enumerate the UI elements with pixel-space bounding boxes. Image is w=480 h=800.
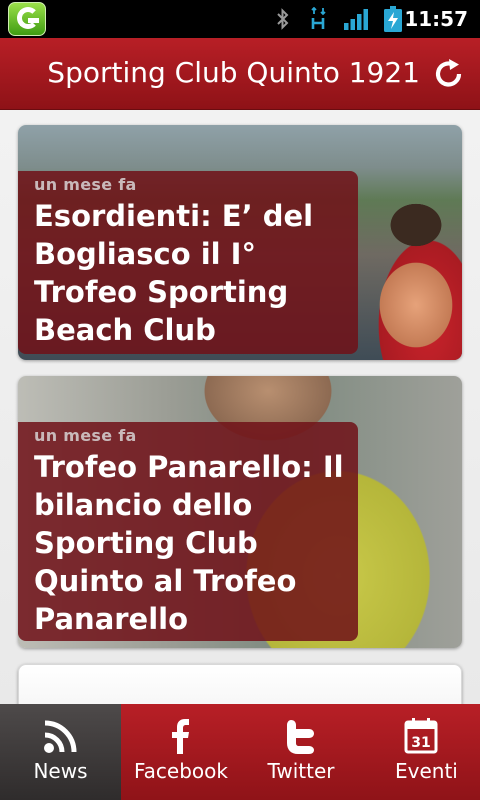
calendar-icon: 31 — [404, 718, 437, 754]
twitter-icon — [287, 720, 314, 754]
bluetooth-icon — [277, 8, 289, 30]
news-overlay: un mese fa Trofeo Panarello: Il bilancio… — [18, 422, 358, 641]
news-list[interactable]: un mese fa Esordienti: E’ del Bogliasco … — [0, 110, 480, 704]
tab-label: Eventi — [395, 759, 458, 783]
tab-twitter[interactable]: Twitter — [241, 704, 361, 800]
tab-bar: News Facebook Twitter 31 Eventi — [0, 704, 480, 800]
news-card[interactable]: un mese fa Esordienti: E’ del Bogliasco … — [18, 125, 462, 360]
news-card[interactable] — [18, 664, 462, 704]
battery-charging-icon — [384, 6, 402, 32]
news-title: Esordienti: E’ del Bogliasco il I° Trofe… — [34, 199, 314, 347]
calendar-day: 31 — [411, 735, 430, 751]
news-time: un mese fa — [34, 426, 137, 445]
facebook-icon — [172, 719, 189, 754]
clock: 11:57 — [404, 7, 468, 31]
news-title: Trofeo Panarello: Il bilancio dello Spor… — [34, 450, 344, 636]
app-header: Sporting Club Quinto 1921 — [0, 38, 480, 110]
tab-label: Twitter — [267, 759, 335, 783]
news-card[interactable]: un mese fa Trofeo Panarello: Il bilancio… — [18, 376, 462, 648]
rss-icon — [43, 720, 76, 753]
signal-icon — [344, 9, 368, 30]
tab-facebook[interactable]: Facebook — [121, 704, 241, 800]
news-time: un mese fa — [34, 175, 137, 194]
status-bar: 11:57 — [0, 0, 480, 38]
tab-events[interactable]: 31 Eventi — [361, 704, 480, 800]
tab-news[interactable]: News — [0, 704, 121, 800]
tab-label: Facebook — [134, 759, 228, 783]
page-title: Sporting Club Quinto 1921 — [47, 56, 420, 89]
news-overlay: un mese fa Esordienti: E’ del Bogliasco … — [18, 171, 358, 354]
tab-label: News — [33, 759, 88, 783]
refresh-icon[interactable] — [432, 57, 466, 91]
hplus-data-icon — [311, 7, 326, 29]
app-launcher-icon[interactable] — [8, 2, 46, 36]
